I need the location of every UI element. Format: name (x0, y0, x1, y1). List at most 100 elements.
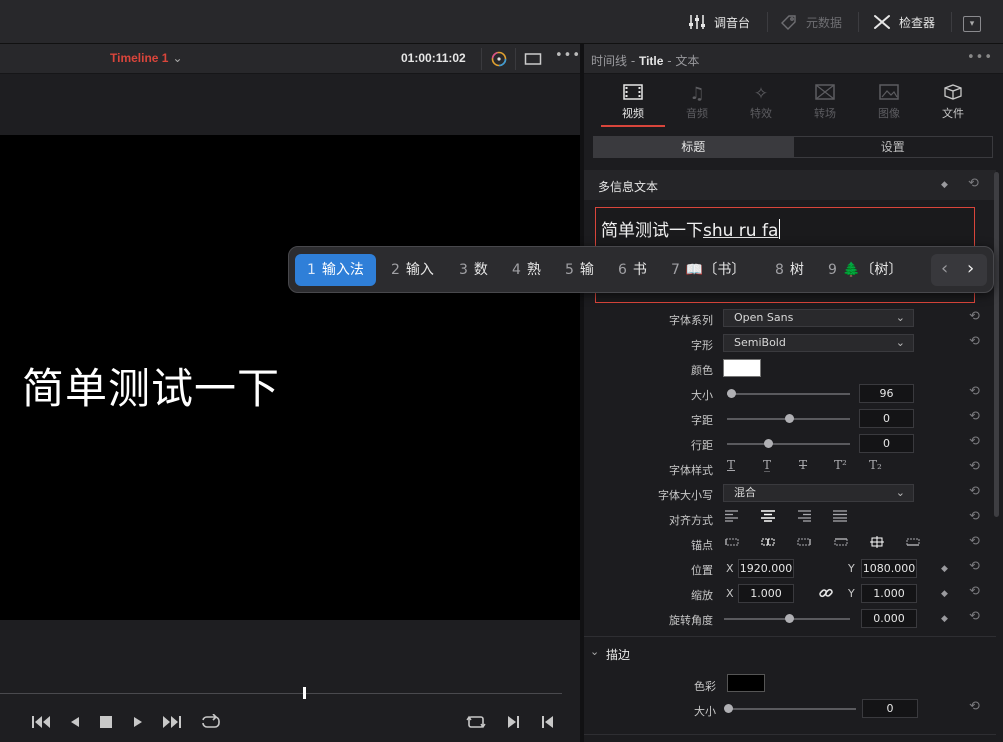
style-bold-icon[interactable]: T̲ (763, 458, 771, 472)
keyframe-diamond-icon[interactable]: ◆ (941, 564, 948, 574)
align-right-icon[interactable] (797, 510, 811, 522)
ime-candidate-4[interactable]: 4熟 (512, 254, 541, 286)
case-dropdown[interactable]: 混合 ⌄ (723, 484, 914, 502)
viewer-size-icon[interactable] (524, 50, 542, 68)
tab-image[interactable]: 图像 (857, 83, 921, 127)
skip-to-end-icon[interactable] (160, 714, 182, 732)
reset-icon[interactable]: ⟲ (969, 609, 980, 624)
tab-video[interactable]: 视频 (601, 83, 665, 127)
zoom-y-field[interactable]: 1.000 (861, 584, 917, 603)
tracking-slider-knob[interactable] (785, 414, 794, 423)
tab-file[interactable]: 文件 (921, 83, 985, 127)
stop-icon[interactable] (99, 714, 113, 732)
anchor-right-icon[interactable] (797, 536, 811, 548)
more-options-icon[interactable]: ••• (555, 48, 581, 66)
style-strikethrough-icon[interactable]: T (799, 458, 807, 472)
size-slider[interactable] (727, 393, 850, 395)
keyframe-diamond-icon[interactable]: ◆ (941, 614, 948, 624)
align-center-icon[interactable] (761, 510, 775, 522)
anchor-top-icon[interactable] (834, 536, 848, 548)
keyframe-diamond-icon[interactable]: ◆ (941, 180, 948, 190)
ime-candidate-5[interactable]: 5输 (565, 254, 594, 286)
anchor-center-icon[interactable] (761, 536, 775, 548)
inspector-scrollbar[interactable] (994, 172, 999, 517)
position-y-field[interactable]: 1080.000 (861, 559, 917, 578)
link-icon[interactable] (818, 585, 834, 601)
subtab-settings[interactable]: 设置 (792, 137, 993, 157)
align-left-icon[interactable] (725, 510, 739, 522)
rich-text-section-header[interactable]: 多信息文本 ◆ ⟲ (584, 170, 996, 200)
line-spacing-slider[interactable] (727, 443, 850, 445)
size-field[interactable]: 96 (859, 384, 914, 403)
zoom-x-field[interactable]: 1.000 (738, 584, 794, 603)
rotation-field[interactable]: 0.000 (861, 609, 917, 628)
anchor-bottom-icon[interactable] (906, 536, 920, 548)
line-spacing-field[interactable]: 0 (859, 434, 914, 453)
rotation-slider-knob[interactable] (785, 614, 794, 623)
size-slider-knob[interactable] (727, 389, 736, 398)
chevron-right-icon[interactable]: › (967, 258, 974, 279)
skip-to-start-icon[interactable] (31, 714, 53, 732)
reset-icon[interactable]: ⟲ (969, 699, 980, 714)
reset-icon[interactable]: ⟲ (969, 559, 980, 574)
position-x-field[interactable]: 1920.000 (738, 559, 794, 578)
next-edit-icon[interactable] (505, 714, 521, 732)
text-color-swatch[interactable] (723, 359, 761, 377)
reset-history-icon[interactable]: ⟲ (968, 176, 979, 191)
font-face-dropdown[interactable]: SemiBold ⌄ (723, 334, 914, 352)
subtab-title[interactable]: 标题 (594, 137, 793, 157)
ime-candidate-3[interactable]: 3数 (459, 254, 488, 286)
style-normal-icon[interactable]: T (727, 458, 735, 472)
play-reverse-icon[interactable] (68, 714, 82, 732)
match-frame-icon[interactable] (466, 714, 486, 732)
line-spacing-slider-knob[interactable] (764, 439, 773, 448)
reset-icon[interactable]: ⟲ (969, 309, 980, 324)
stroke-size-slider-knob[interactable] (724, 704, 733, 713)
font-family-dropdown[interactable]: Open Sans ⌄ (723, 309, 914, 327)
reset-icon[interactable]: ⟲ (969, 459, 980, 474)
reset-icon[interactable]: ⟲ (969, 584, 980, 599)
ime-candidate-2[interactable]: 2 输入 (391, 254, 434, 286)
reset-icon[interactable]: ⟲ (969, 509, 980, 524)
stroke-size-field[interactable]: 0 (862, 699, 918, 718)
loop-icon[interactable] (199, 713, 221, 732)
reset-icon[interactable]: ⟲ (969, 384, 980, 399)
reset-icon[interactable]: ⟲ (969, 534, 980, 549)
tag-icon (781, 15, 796, 30)
reset-icon[interactable]: ⟲ (969, 334, 980, 349)
style-subscript-icon[interactable]: T₂ (869, 458, 882, 472)
stroke-color-swatch[interactable] (727, 674, 765, 692)
tab-transition[interactable]: 转场 (793, 83, 857, 127)
reset-icon[interactable]: ⟲ (969, 434, 980, 449)
video-preview[interactable]: 简单测试一下 (0, 135, 580, 620)
align-justify-icon[interactable] (833, 510, 847, 522)
tab-audio[interactable]: ♫ 音频 (665, 83, 729, 127)
anchor-middle-icon[interactable] (870, 536, 884, 548)
ime-candidate-1[interactable]: 1 输入法 (295, 254, 376, 286)
ime-candidate-6[interactable]: 6书 (618, 254, 647, 286)
tab-effects[interactable]: ✧ 特效 (729, 83, 793, 127)
collapse-panel-button[interactable]: ▾ (963, 16, 981, 32)
stroke-size-slider[interactable] (728, 708, 856, 710)
color-wheel-icon[interactable] (490, 50, 508, 68)
anchor-left-icon[interactable] (725, 536, 739, 548)
ime-candidate-8[interactable]: 8树 (775, 254, 804, 286)
mixer-button[interactable]: 调音台 (688, 10, 750, 34)
keyframe-diamond-icon[interactable]: ◆ (941, 589, 948, 599)
timeline-selector[interactable]: Timeline 1 ⌄ (110, 51, 183, 65)
ime-candidate-9[interactable]: 9 🌲〔树〕 (828, 254, 902, 286)
stroke-section-header[interactable]: ⌄ 描边 (584, 640, 996, 666)
inspector-button[interactable]: 检查器 (873, 10, 935, 34)
scrub-bar[interactable] (0, 693, 562, 694)
style-superscript-icon[interactable]: T² (834, 458, 847, 472)
reset-icon[interactable]: ⟲ (969, 409, 980, 424)
ime-candidate-7[interactable]: 7 📖〔书〕 (671, 254, 745, 286)
metadata-button[interactable]: 元数据 (780, 10, 842, 34)
tracking-field[interactable]: 0 (859, 409, 914, 428)
playhead[interactable] (303, 687, 306, 699)
more-options-icon[interactable]: ••• (967, 50, 993, 65)
reset-icon[interactable]: ⟲ (969, 484, 980, 499)
play-icon[interactable] (131, 714, 145, 732)
previous-edit-icon[interactable] (540, 714, 556, 732)
chevron-left-icon[interactable]: ‹ (941, 258, 948, 279)
